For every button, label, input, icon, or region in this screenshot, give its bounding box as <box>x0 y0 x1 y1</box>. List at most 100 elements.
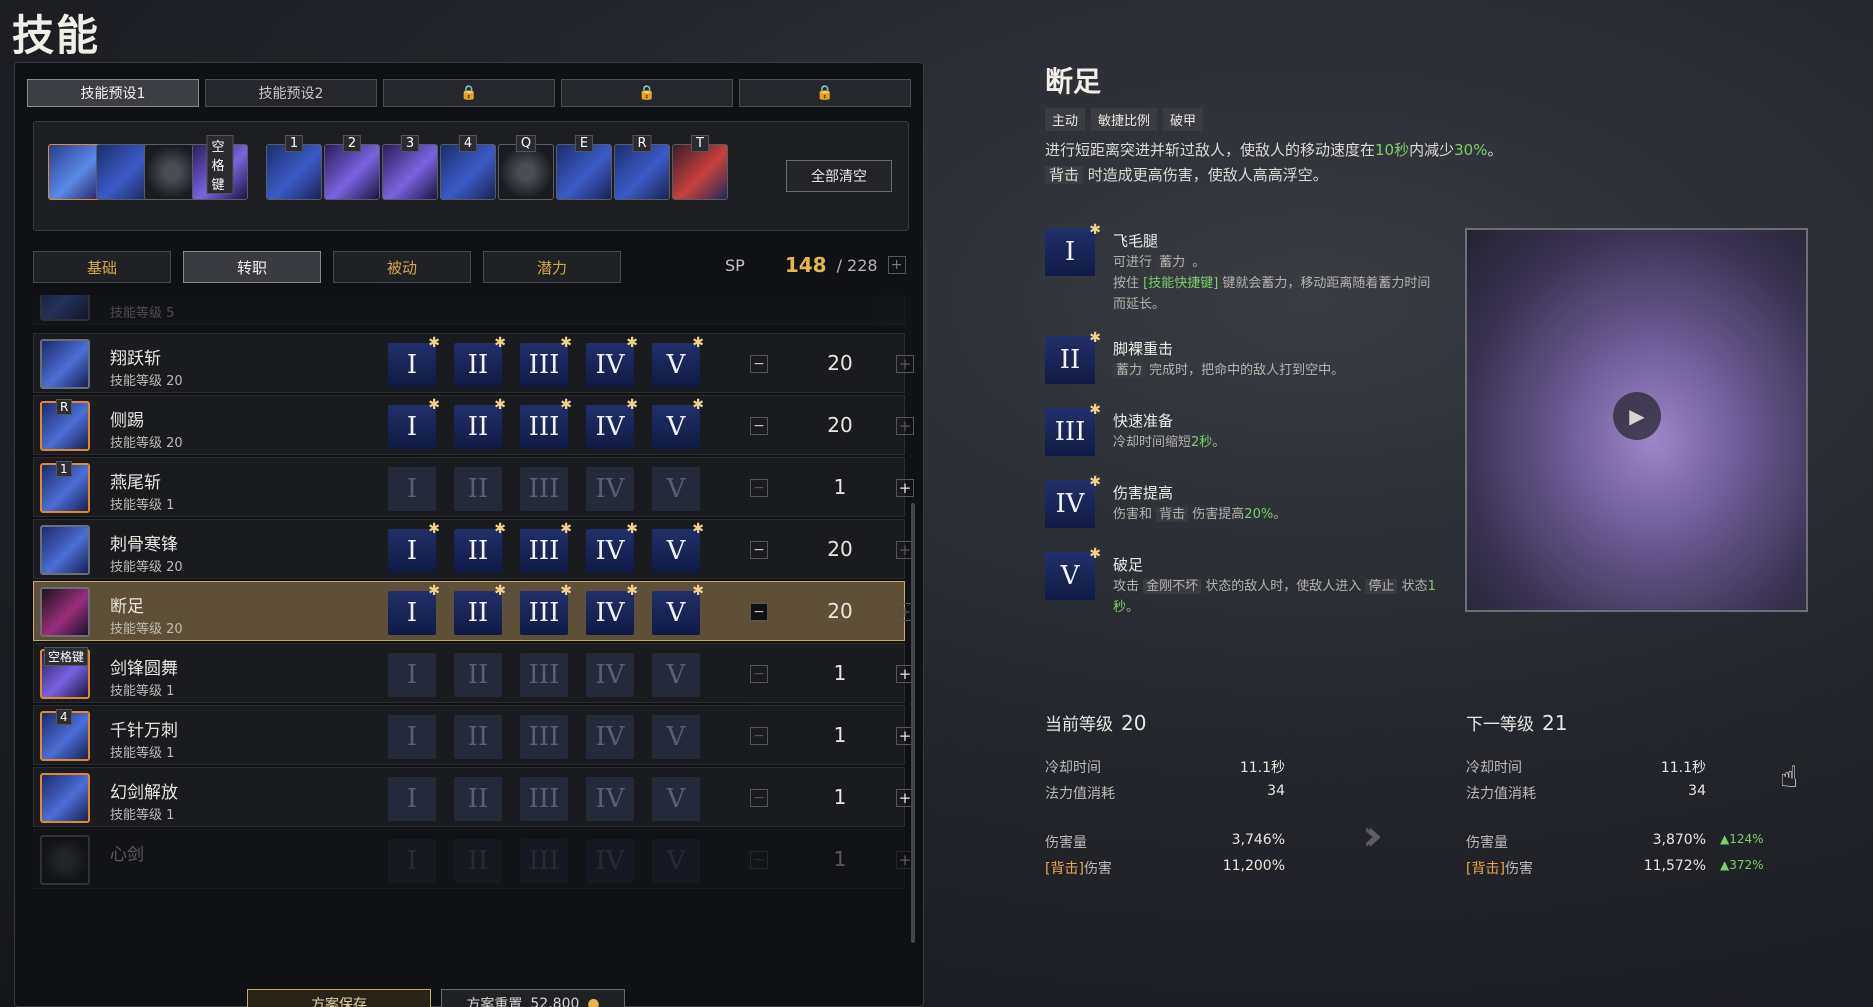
tier-5[interactable]: V <box>652 777 700 821</box>
preset-tab-1[interactable]: 技能预设1 <box>27 79 199 107</box>
tier-5[interactable]: V ✱ <box>652 397 704 449</box>
slot-e[interactable]: E <box>556 135 612 200</box>
tier-4[interactable]: IV ✱ <box>586 521 638 573</box>
tier-3[interactable]: III <box>520 467 568 511</box>
tab-passive[interactable]: 被动 <box>333 251 471 283</box>
sp-plus-button[interactable]: + <box>887 256 906 274</box>
tier-3[interactable]: III ✱ <box>520 397 572 449</box>
tier-4[interactable]: IV <box>586 653 634 697</box>
skill-row[interactable]: 幻剑解放 技能等级 1 I II III IV V − 1 + <box>33 767 914 827</box>
key-label: Q <box>515 135 537 152</box>
level-minus-button[interactable]: − <box>750 851 768 869</box>
skill-row-selected[interactable]: 断足 技能等级 20 I ✱ II ✱ III ✱ IV ✱ V ✱ − 20 + <box>33 581 914 641</box>
slot-r[interactable]: R <box>614 135 670 200</box>
level-minus-button[interactable]: − <box>750 789 768 807</box>
tier-1[interactable]: I <box>388 839 436 883</box>
reset-preset-button[interactable]: 方案重置 52,800 ● <box>441 989 625 1007</box>
skill-row[interactable]: 4 千针万刺 技能等级 1 I II III IV V − 1 + <box>33 705 914 765</box>
tier-3[interactable]: III ✱ <box>520 583 572 635</box>
level-minus-button[interactable]: − <box>750 479 768 497</box>
skill-icon <box>40 295 90 321</box>
tier-5[interactable]: V <box>652 653 700 697</box>
level-minus-button[interactable]: − <box>750 665 768 683</box>
slot-3[interactable]: 3 <box>382 135 438 200</box>
tier-2[interactable]: II <box>454 653 502 697</box>
tier-5[interactable]: V <box>652 839 700 883</box>
save-preset-button[interactable]: 方案保存 <box>247 989 431 1007</box>
tier-1[interactable]: I <box>388 467 436 511</box>
tier-1[interactable]: I ✱ <box>388 583 440 635</box>
level-minus-button[interactable]: − <box>750 417 768 435</box>
level-minus-button[interactable]: − <box>750 603 768 621</box>
skill-name: 幻剑解放 <box>110 783 178 803</box>
tier-2[interactable]: II <box>454 715 502 759</box>
tier-3[interactable]: III ✱ <box>520 521 572 573</box>
slot-q[interactable]: Q <box>498 135 554 200</box>
skill-row[interactable]: 技能等级 5 <box>33 295 905 325</box>
tier-1[interactable]: I ✱ <box>388 521 440 573</box>
tier-2[interactable]: II <box>454 777 502 821</box>
tier-3[interactable]: III <box>520 777 568 821</box>
skill-row[interactable]: R 侧踢 技能等级 20 I ✱ II ✱ III ✱ IV ✱ V ✱ − 20 + <box>33 395 914 455</box>
skill-row[interactable]: 翔跃斩 技能等级 20 I ✱ II ✱ III ✱ IV ✱ V ✱ − 20 + <box>33 333 914 393</box>
tier-1[interactable]: I <box>388 777 436 821</box>
preset-tab-locked-5[interactable]: 🔒 <box>739 79 911 107</box>
tier-3[interactable]: III <box>520 653 568 697</box>
tier-1[interactable]: I ✱ <box>388 335 440 387</box>
skill-list-scrollbar[interactable] <box>911 503 915 943</box>
level-minus-button[interactable]: − <box>750 541 768 559</box>
tier-5[interactable]: V <box>652 467 700 511</box>
skill-row[interactable]: 心剑 I II III IV V − 1 + <box>33 829 914 889</box>
tier-3[interactable]: III <box>520 839 568 883</box>
play-icon[interactable]: ▶ <box>1613 392 1661 440</box>
tier-1[interactable]: I ✱ <box>388 397 440 449</box>
tab-potential[interactable]: 潜力 <box>483 251 621 283</box>
tier-4[interactable]: IV <box>586 715 634 759</box>
tier-3[interactable]: III ✱ <box>520 335 572 387</box>
tier-2[interactable]: II ✱ <box>454 521 506 573</box>
skill-preview-video[interactable]: ▶ <box>1465 228 1808 612</box>
tier-1[interactable]: I <box>388 653 436 697</box>
tier-2[interactable]: II ✱ <box>454 397 506 449</box>
tier-3[interactable]: III <box>520 715 568 759</box>
skill-row[interactable]: 空格键 剑锋圆舞 技能等级 1 I II III IV V − 1 + <box>33 643 914 703</box>
level-minus-button[interactable]: − <box>750 727 768 745</box>
slot-2[interactable]: 2 <box>324 135 380 200</box>
tier-2[interactable]: II ✱ <box>454 583 506 635</box>
tab-basic[interactable]: 基础 <box>33 251 171 283</box>
key-label: T <box>691 135 709 152</box>
tier-4[interactable]: IV ✱ <box>586 583 638 635</box>
tab-advance[interactable]: 转职 <box>183 251 321 283</box>
tier-5[interactable]: V ✱ <box>652 521 704 573</box>
slot-1[interactable]: 1 <box>266 135 322 200</box>
tier-4[interactable]: IV ✱ <box>586 397 638 449</box>
tier-5[interactable]: V ✱ <box>652 583 704 635</box>
slot-space[interactable]: 空格键 <box>192 135 248 200</box>
level-plus-button[interactable]: + <box>896 355 914 373</box>
level-plus-button[interactable]: + <box>896 417 914 435</box>
skill-points: 1 <box>833 847 847 871</box>
preset-tab-locked-3[interactable]: 🔒 <box>383 79 555 107</box>
tier-4[interactable]: IV <box>586 467 634 511</box>
tier-5[interactable]: V ✱ <box>652 335 704 387</box>
skill-row[interactable]: 刺骨寒锋 技能等级 20 I ✱ II ✱ III ✱ IV ✱ V ✱ − 20 + <box>33 519 914 579</box>
tier-4[interactable]: IV <box>586 839 634 883</box>
tier-group: I II III IV V <box>388 777 700 821</box>
clear-all-button[interactable]: 全部清空 <box>786 160 892 192</box>
tier-2[interactable]: II <box>454 467 502 511</box>
preset-tab-locked-4[interactable]: 🔒 <box>561 79 733 107</box>
tier-1[interactable]: I <box>388 715 436 759</box>
preset-tab-2[interactable]: 技能预设2 <box>205 79 377 107</box>
tier-2[interactable]: II <box>454 839 502 883</box>
level-minus-button[interactable]: − <box>750 355 768 373</box>
tier-4[interactable]: IV ✱ <box>586 335 638 387</box>
gold-coin-icon: ● <box>587 996 600 1007</box>
tier-5[interactable]: V <box>652 715 700 759</box>
level-plus-button[interactable]: + <box>896 479 914 497</box>
current-back-damage: [背击]伤害 11,200% <box>1045 858 1285 877</box>
tier-4[interactable]: IV <box>586 777 634 821</box>
slot-t[interactable]: T <box>672 135 728 200</box>
skill-row[interactable]: 1 燕尾斩 技能等级 1 I II III IV V − 1 + <box>33 457 914 517</box>
tier-2[interactable]: II ✱ <box>454 335 506 387</box>
slot-4[interactable]: 4 <box>440 135 496 200</box>
